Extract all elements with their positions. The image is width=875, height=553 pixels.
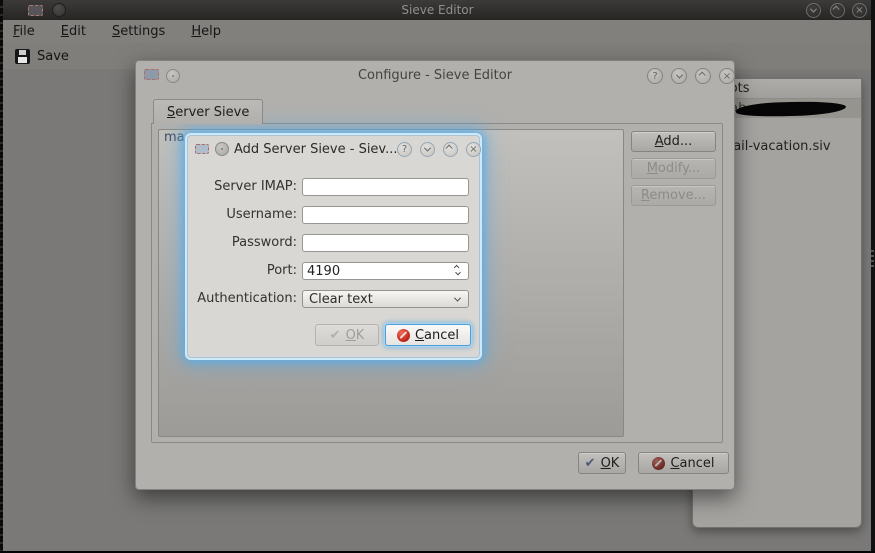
add-button-label: Add...	[655, 134, 693, 149]
tab-label: Server Sieve	[167, 105, 249, 120]
menubar: File Edit Settings Help	[3, 20, 875, 43]
screen-edge-right	[871, 0, 875, 553]
maximize-button[interactable]	[695, 68, 711, 84]
authentication-value: Clear text	[309, 292, 455, 307]
save-label: Save	[37, 49, 69, 64]
help-icon: ?	[402, 144, 407, 155]
chevron-up-icon	[833, 6, 840, 13]
minimize-button[interactable]	[671, 68, 687, 84]
main-titlebar: Sieve Editor ×	[0, 0, 875, 20]
ok-button-label: OK	[601, 456, 620, 471]
chevron-down-icon	[454, 294, 461, 301]
close-icon: ×	[723, 71, 731, 82]
port-input[interactable]	[302, 262, 469, 280]
authentication-label: Authentication:	[188, 290, 297, 308]
cancel-icon	[397, 329, 410, 342]
remove-button[interactable]: Remove...	[631, 185, 716, 206]
check-icon: ✔	[330, 329, 341, 342]
close-icon: ×	[855, 5, 863, 16]
menu-settings[interactable]: Settings	[112, 24, 165, 39]
ok-button-label: OK	[346, 328, 365, 343]
server-imap-label: Server IMAP:	[188, 178, 297, 196]
add-server-dialog: Add Server Sieve - Siev... ? × Server IM…	[187, 135, 480, 358]
chevron-down-icon	[675, 71, 682, 78]
close-button[interactable]: ×	[466, 142, 481, 157]
menu-help[interactable]: Help	[191, 24, 221, 39]
minimize-button[interactable]	[806, 3, 821, 18]
username-label: Username:	[188, 206, 297, 224]
cancel-button-label: Cancel	[670, 456, 714, 471]
tab-server-sieve[interactable]: Server Sieve	[153, 99, 263, 124]
password-label: Password:	[188, 234, 297, 252]
chevron-down-icon	[424, 145, 431, 152]
help-icon: ?	[652, 71, 657, 82]
chevron-up-icon	[454, 264, 460, 270]
check-icon: ✔	[585, 457, 596, 470]
chevron-down-icon	[455, 269, 461, 275]
server-imap-input[interactable]	[302, 178, 469, 196]
maximize-button[interactable]	[443, 142, 458, 157]
save-button[interactable]: Save	[9, 45, 75, 67]
chevron-up-icon	[446, 145, 453, 152]
menu-edit[interactable]: Edit	[61, 24, 86, 39]
cancel-icon	[652, 457, 665, 470]
close-button[interactable]: ×	[852, 3, 867, 18]
minimize-button[interactable]	[420, 142, 435, 157]
help-button[interactable]: ?	[647, 68, 663, 84]
server-list-item-label: ma	[164, 130, 185, 145]
dialog-app-icon	[195, 144, 209, 154]
window-title: Sieve Editor	[0, 3, 875, 17]
username-input[interactable]	[302, 206, 469, 224]
authentication-select[interactable]: Clear text	[302, 290, 469, 308]
chevron-up-icon	[698, 71, 705, 78]
close-icon: ×	[469, 144, 477, 155]
dialog-menu-icon[interactable]	[215, 142, 229, 156]
modify-button-label: Modify...	[647, 161, 701, 176]
password-input[interactable]	[302, 234, 469, 252]
ok-button[interactable]: ✔ OK	[315, 324, 379, 346]
menu-file[interactable]: File	[13, 24, 35, 39]
cancel-button[interactable]: Cancel	[385, 324, 471, 346]
ok-button[interactable]: ✔ OK	[578, 452, 626, 474]
add-dialog-title: Add Server Sieve - Siev...	[234, 142, 398, 157]
help-button[interactable]: ?	[397, 142, 412, 157]
screen: Sieve Editor × File Edit Settings Help S…	[0, 0, 875, 553]
cancel-button[interactable]: Cancel	[638, 452, 729, 474]
modify-button[interactable]: Modify...	[631, 158, 716, 179]
port-stepper[interactable]	[302, 262, 469, 280]
cancel-button-label: Cancel	[415, 328, 459, 343]
add-button[interactable]: Add...	[631, 131, 716, 152]
configure-dialog-title: Configure - Sieve Editor	[136, 68, 734, 83]
maximize-button[interactable]	[830, 3, 845, 18]
save-icon	[15, 49, 30, 64]
remove-button-label: Remove...	[641, 188, 706, 203]
port-label: Port:	[188, 262, 297, 280]
spinner-arrows-icon[interactable]	[452, 263, 464, 279]
chevron-down-icon	[810, 6, 817, 13]
close-button[interactable]: ×	[719, 68, 735, 84]
resize-grip-dots	[871, 250, 874, 268]
screen-edge-left	[0, 0, 3, 553]
